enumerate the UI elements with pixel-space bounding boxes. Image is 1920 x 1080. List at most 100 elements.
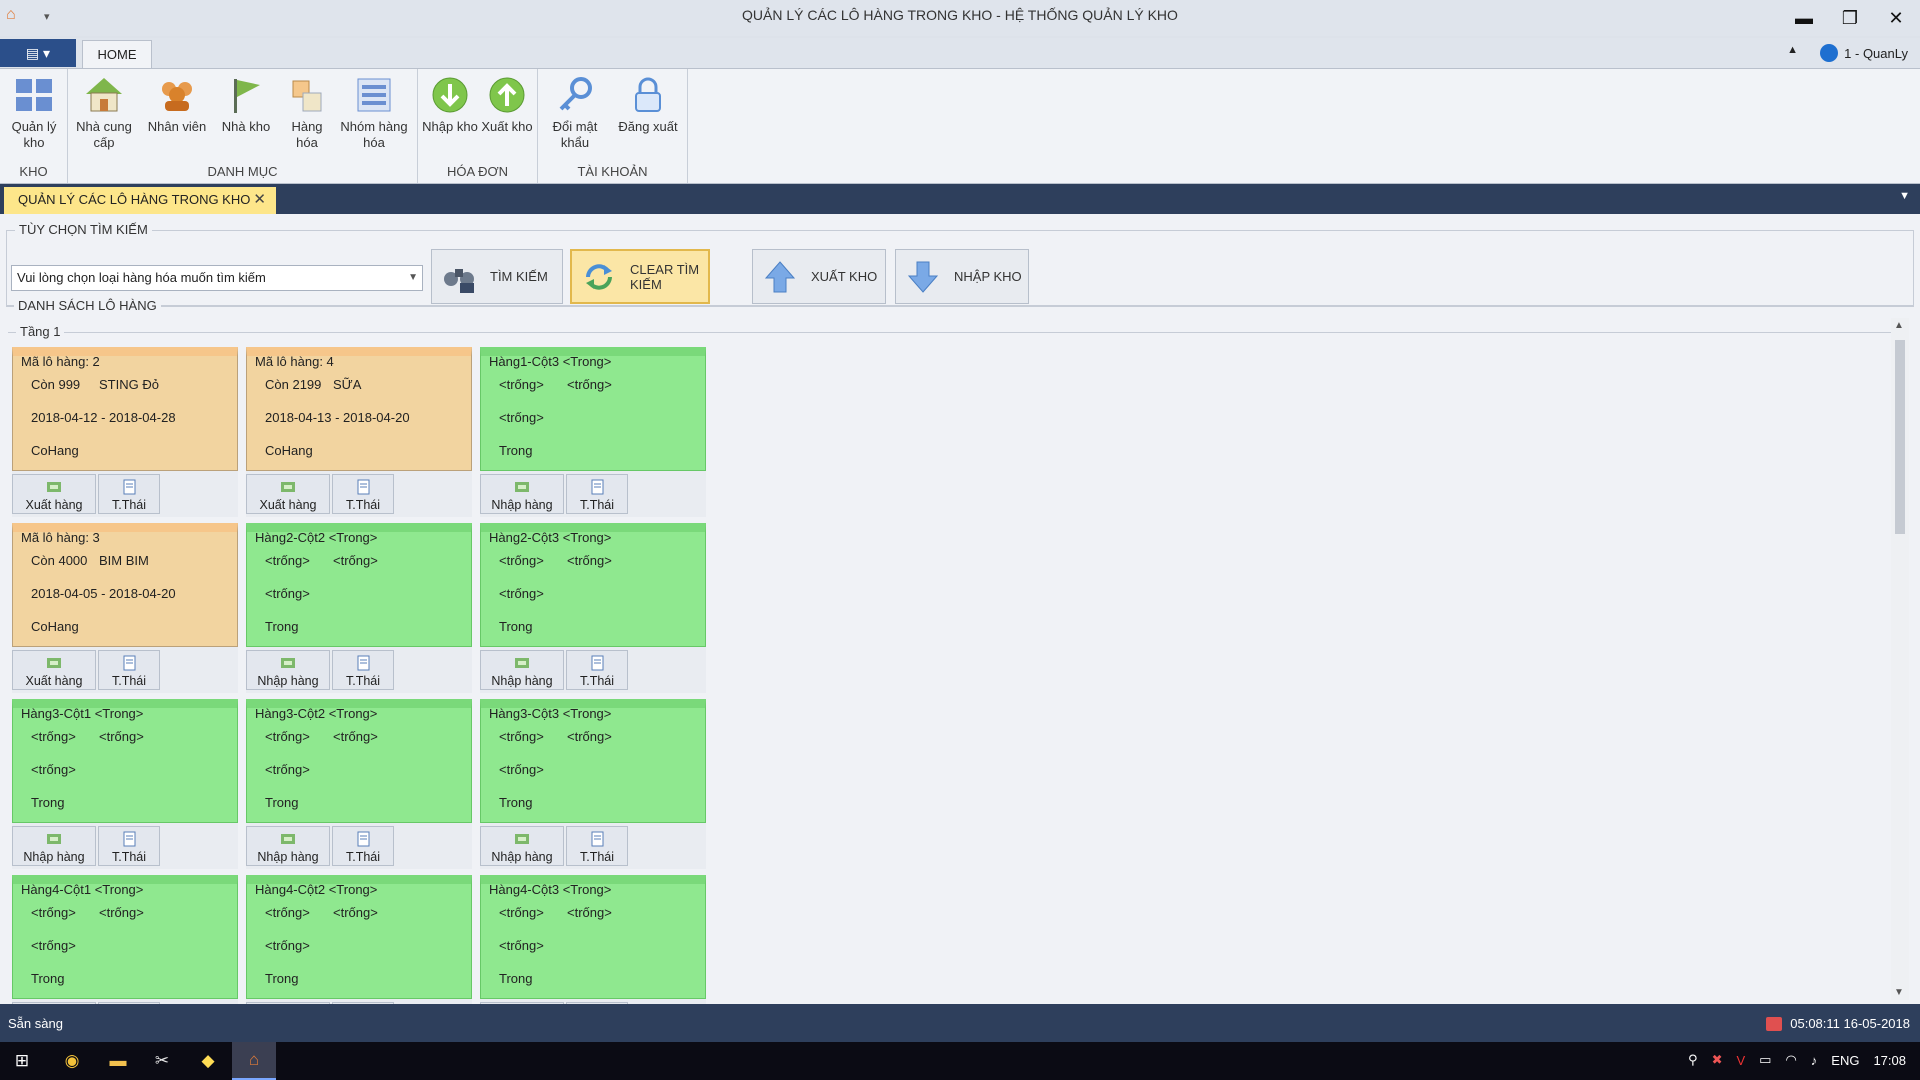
lot-product-name: <trống> <box>333 553 378 568</box>
lot-card[interactable]: Hàng4-Cột3 <Trong> <trống> <trống> <trống> T… <box>480 875 706 999</box>
lot-card[interactable]: Mã lô hàng: 4 Còn 2199 SỮA 2018-04-13 - 201… <box>246 347 472 471</box>
lot-card[interactable]: Hàng1-Cột3 <Trong> <trống> <trống> <trống> T… <box>480 347 706 471</box>
goods-type-select[interactable]: Vui lòng chọn loại hàng hóa muốn tìm kiế… <box>11 265 423 291</box>
ribbon-collapse-icon[interactable]: ▲ <box>1787 44 1798 56</box>
dang-xuat-button[interactable]: Đăng xuất <box>612 73 684 135</box>
lot-status-button[interactable]: T.Thái <box>566 826 628 866</box>
lot-action-button[interactable]: Xuất hàng <box>12 474 96 514</box>
clear-search-label: CLEAR TÌM KIẾM <box>630 261 700 292</box>
lot-dates: <trống> <box>265 762 310 777</box>
lot-status-label: T.Thái <box>111 850 147 864</box>
lot-quantity: <trống> <box>265 905 310 920</box>
doi-mat-khau-button[interactable]: Đổi mật khẩu <box>542 73 608 151</box>
tab-quan-ly-lo-hang[interactable]: QUẢN LÝ CÁC LÔ HÀNG TRONG KHO ✕ <box>4 187 276 214</box>
lot-status-button[interactable]: T.Thái <box>332 650 394 690</box>
xuat-kho-ribbon-button[interactable]: Xuất kho <box>480 73 534 135</box>
lot-dates: <trống> <box>499 410 544 425</box>
lot-action-button[interactable]: Xuất hàng <box>12 650 96 690</box>
clear-search-button[interactable]: CLEAR TÌM KIẾM <box>570 249 710 304</box>
lot-card[interactable]: Hàng2-Cột3 <Trong> <trống> <trống> <trống> T… <box>480 523 706 647</box>
tools-app-icon[interactable]: ✂ <box>140 1042 184 1080</box>
goods-icon <box>287 75 327 115</box>
goods-transfer-icon <box>513 655 531 671</box>
nhan-vien-button[interactable]: Nhân viên <box>144 73 210 135</box>
lot-card[interactable]: Hàng4-Cột1 <Trong> <trống> <trống> <trống> T… <box>12 875 238 999</box>
git-app-icon[interactable]: ◆ <box>186 1042 230 1080</box>
lot-card[interactable]: Hàng3-Cột3 <Trong> <trống> <trống> <trống> T… <box>480 699 706 823</box>
nhap-kho-button[interactable]: NHẬP KHO <box>895 249 1029 304</box>
lot-status-button[interactable]: T.Thái <box>98 826 160 866</box>
lot-action-button[interactable]: Nhập hàng <box>480 474 564 514</box>
scroll-thumb[interactable] <box>1895 340 1905 534</box>
xuat-kho-button[interactable]: XUẤT KHO <box>752 249 886 304</box>
export-arrow-icon <box>487 75 527 115</box>
lot-action-button[interactable]: Nhập hàng <box>246 826 330 866</box>
tab-menu-chevron-icon[interactable]: ▼ <box>1899 190 1910 202</box>
lot-card[interactable]: Hàng3-Cột1 <Trong> <trống> <trống> <trống> T… <box>12 699 238 823</box>
lot-card[interactable]: Hàng3-Cột2 <Trong> <trống> <trống> <trống> T… <box>246 699 472 823</box>
lot-card[interactable]: Mã lô hàng: 3 Còn 4000 BIM BIM 2018-04-05 -… <box>12 523 238 647</box>
lot-dates: <trống> <box>499 586 544 601</box>
lot-action-label: Nhập hàng <box>23 850 85 864</box>
network-status-icon[interactable]: ⚲ <box>1688 1052 1698 1068</box>
scroll-down-icon[interactable]: ▼ <box>1894 987 1904 998</box>
main-content: TÙY CHỌN TÌM KIẾM Vui lòng chọn loại hàn… <box>0 214 1920 1045</box>
lot-status-button[interactable]: T.Thái <box>98 474 160 514</box>
lot-action-button[interactable]: Xuất hàng <box>246 474 330 514</box>
lot-quantity: <trống> <box>499 905 544 920</box>
goods-transfer-icon <box>513 831 531 847</box>
lot-status-button[interactable]: T.Thái <box>566 474 628 514</box>
taskbar-clock[interactable]: 17:08 <box>1873 1053 1906 1068</box>
volume-icon[interactable]: ♪ <box>1811 1053 1818 1068</box>
start-windows-icon[interactable]: ⊞ <box>0 1042 44 1080</box>
lot-status-button[interactable]: T.Thái <box>566 650 628 690</box>
lot-product-name: BIM BIM <box>99 553 149 568</box>
dang-xuat-label: Đăng xuất <box>618 119 678 134</box>
lot-list-scrollbar[interactable]: ▲ ▼ <box>1891 318 1909 1000</box>
up-arrow-icon <box>763 259 797 295</box>
lot-status-button[interactable]: T.Thái <box>332 826 394 866</box>
lot-actions: Xuất hàng T.Thái <box>12 471 238 517</box>
lot-status-button[interactable]: T.Thái <box>98 650 160 690</box>
lot-action-button[interactable]: Nhập hàng <box>480 650 564 690</box>
warehouse-app-taskbar-icon[interactable]: ⌂ <box>232 1042 276 1080</box>
tab-home[interactable]: HOME <box>82 40 152 68</box>
minimize-button[interactable]: ▬ <box>1784 4 1824 32</box>
lot-action-button[interactable]: Nhập hàng <box>480 826 564 866</box>
scroll-up-icon[interactable]: ▲ <box>1894 320 1904 331</box>
search-button[interactable]: TÌM KIẾM <box>431 249 563 304</box>
chrome-icon[interactable]: ◉ <box>50 1042 94 1080</box>
lot-card[interactable]: Hàng2-Cột2 <Trong> <trống> <trống> <trống> T… <box>246 523 472 647</box>
lot-card[interactable]: Hàng4-Cột2 <Trong> <trống> <trống> <trống> T… <box>246 875 472 999</box>
battery-icon[interactable]: ▭ <box>1759 1052 1771 1068</box>
lot-list-legend: DANH SÁCH LÔ HÀNG <box>14 298 161 313</box>
lot-action-button[interactable]: Nhập hàng <box>246 650 330 690</box>
chevron-down-icon: ▼ <box>408 272 418 283</box>
nhom-hang-hoa-button[interactable]: Nhóm hàng hóa <box>338 73 410 151</box>
lot-action-button[interactable]: Nhập hàng <box>12 826 96 866</box>
app-menu-button[interactable]: ▤ ▾ <box>0 39 76 67</box>
lot-dates: <trống> <box>499 938 544 953</box>
ribbon-group-kho: Quản lý kho KHO <box>0 69 68 183</box>
nha-kho-button[interactable]: Nhà kho <box>218 73 274 135</box>
restore-button[interactable]: ❐ <box>1830 4 1870 32</box>
quan-ly-kho-button[interactable]: Quản lý kho <box>4 73 64 151</box>
antivirus-icon[interactable]: V <box>1736 1053 1745 1068</box>
lot-quantity: Còn 999 <box>31 377 81 392</box>
nhap-kho-ribbon-button[interactable]: Nhập kho <box>422 73 478 135</box>
lot-header: Mã lô hàng: 2 <box>21 354 100 369</box>
close-button[interactable]: ✕ <box>1876 4 1916 32</box>
wifi-icon[interactable]: ◠ <box>1785 1052 1796 1068</box>
document-icon <box>354 655 372 671</box>
employees-icon <box>157 75 197 115</box>
goods-transfer-icon <box>279 479 297 495</box>
lot-card[interactable]: Mã lô hàng: 2 Còn 999 STING Đỏ 2018-04-12 -… <box>12 347 238 471</box>
file-explorer-icon[interactable]: ▬ <box>96 1042 140 1080</box>
lot-status-button[interactable]: T.Thái <box>332 474 394 514</box>
hang-hoa-button[interactable]: Hàng hóa <box>282 73 332 151</box>
nha-cung-cap-button[interactable]: Nhà cung cấp <box>74 73 134 151</box>
user-info[interactable]: 1 - QuanLy <box>1820 44 1908 62</box>
security-icon[interactable]: ✖ <box>1712 1052 1723 1068</box>
language-indicator[interactable]: ENG <box>1831 1053 1859 1068</box>
close-tab-icon[interactable]: ✕ <box>253 187 266 213</box>
